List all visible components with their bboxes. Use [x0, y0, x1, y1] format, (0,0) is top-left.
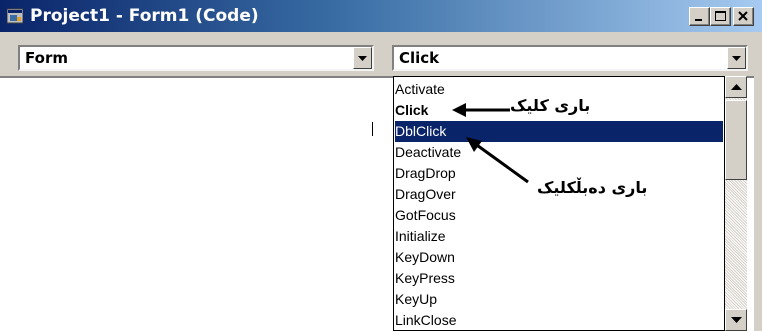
chevron-down-icon — [732, 56, 741, 61]
close-icon — [738, 11, 748, 21]
list-item-dragover[interactable]: DragOver — [395, 184, 456, 205]
chevron-down-icon — [358, 56, 367, 61]
list-item-keydown[interactable]: KeyDown — [395, 247, 455, 268]
list-item-dragdrop[interactable]: DragDrop — [395, 163, 456, 184]
list-item-initialize[interactable]: Initialize — [395, 226, 446, 247]
list-item-click[interactable]: Click — [395, 100, 428, 121]
object-combo-dropdown-button[interactable] — [353, 47, 372, 69]
list-item-keypress[interactable]: KeyPress — [395, 268, 455, 289]
list-item-gotfocus[interactable]: GotFocus — [395, 205, 456, 226]
scroll-down-button[interactable] — [725, 309, 747, 331]
text-caret — [372, 122, 373, 136]
object-combo-value: Form — [25, 49, 68, 67]
list-item-keyup[interactable]: KeyUp — [395, 289, 437, 310]
dropdown-scrollbar[interactable] — [725, 76, 747, 331]
arrow-up-icon — [731, 84, 742, 90]
list-item-activate[interactable]: Activate — [395, 79, 445, 100]
list-item-dblclick[interactable]: DblClick — [395, 121, 723, 142]
close-button[interactable] — [733, 7, 754, 26]
scroll-thumb[interactable] — [725, 100, 747, 180]
minimize-button[interactable] — [689, 7, 710, 26]
vb-form-icon — [6, 8, 24, 24]
maximize-button[interactable] — [710, 7, 731, 26]
list-item-linkclose[interactable]: LinkClose — [395, 310, 456, 330]
list-item-deactivate[interactable]: Deactivate — [395, 142, 461, 163]
minimize-icon — [695, 19, 702, 21]
object-combo[interactable]: Form — [18, 45, 374, 71]
arrow-down-icon — [731, 317, 742, 323]
procedure-combo-value: Click — [399, 49, 440, 67]
procedure-combo-dropdown-button[interactable] — [727, 47, 746, 69]
scroll-up-button[interactable] — [725, 76, 747, 98]
title-bar[interactable]: Project1 - Form1 (Code) — [0, 0, 762, 32]
window-title: Project1 - Form1 (Code) — [30, 6, 259, 26]
dblclick-annotation: باری دەبڵکلیک — [537, 178, 648, 197]
code-window: Project1 - Form1 (Code) Form Click Activ… — [0, 0, 762, 331]
editor-right-edge — [754, 76, 762, 331]
maximize-icon — [715, 11, 726, 21]
procedure-combo[interactable]: Click — [392, 45, 748, 71]
click-annotation: باری کلیک — [510, 96, 591, 115]
